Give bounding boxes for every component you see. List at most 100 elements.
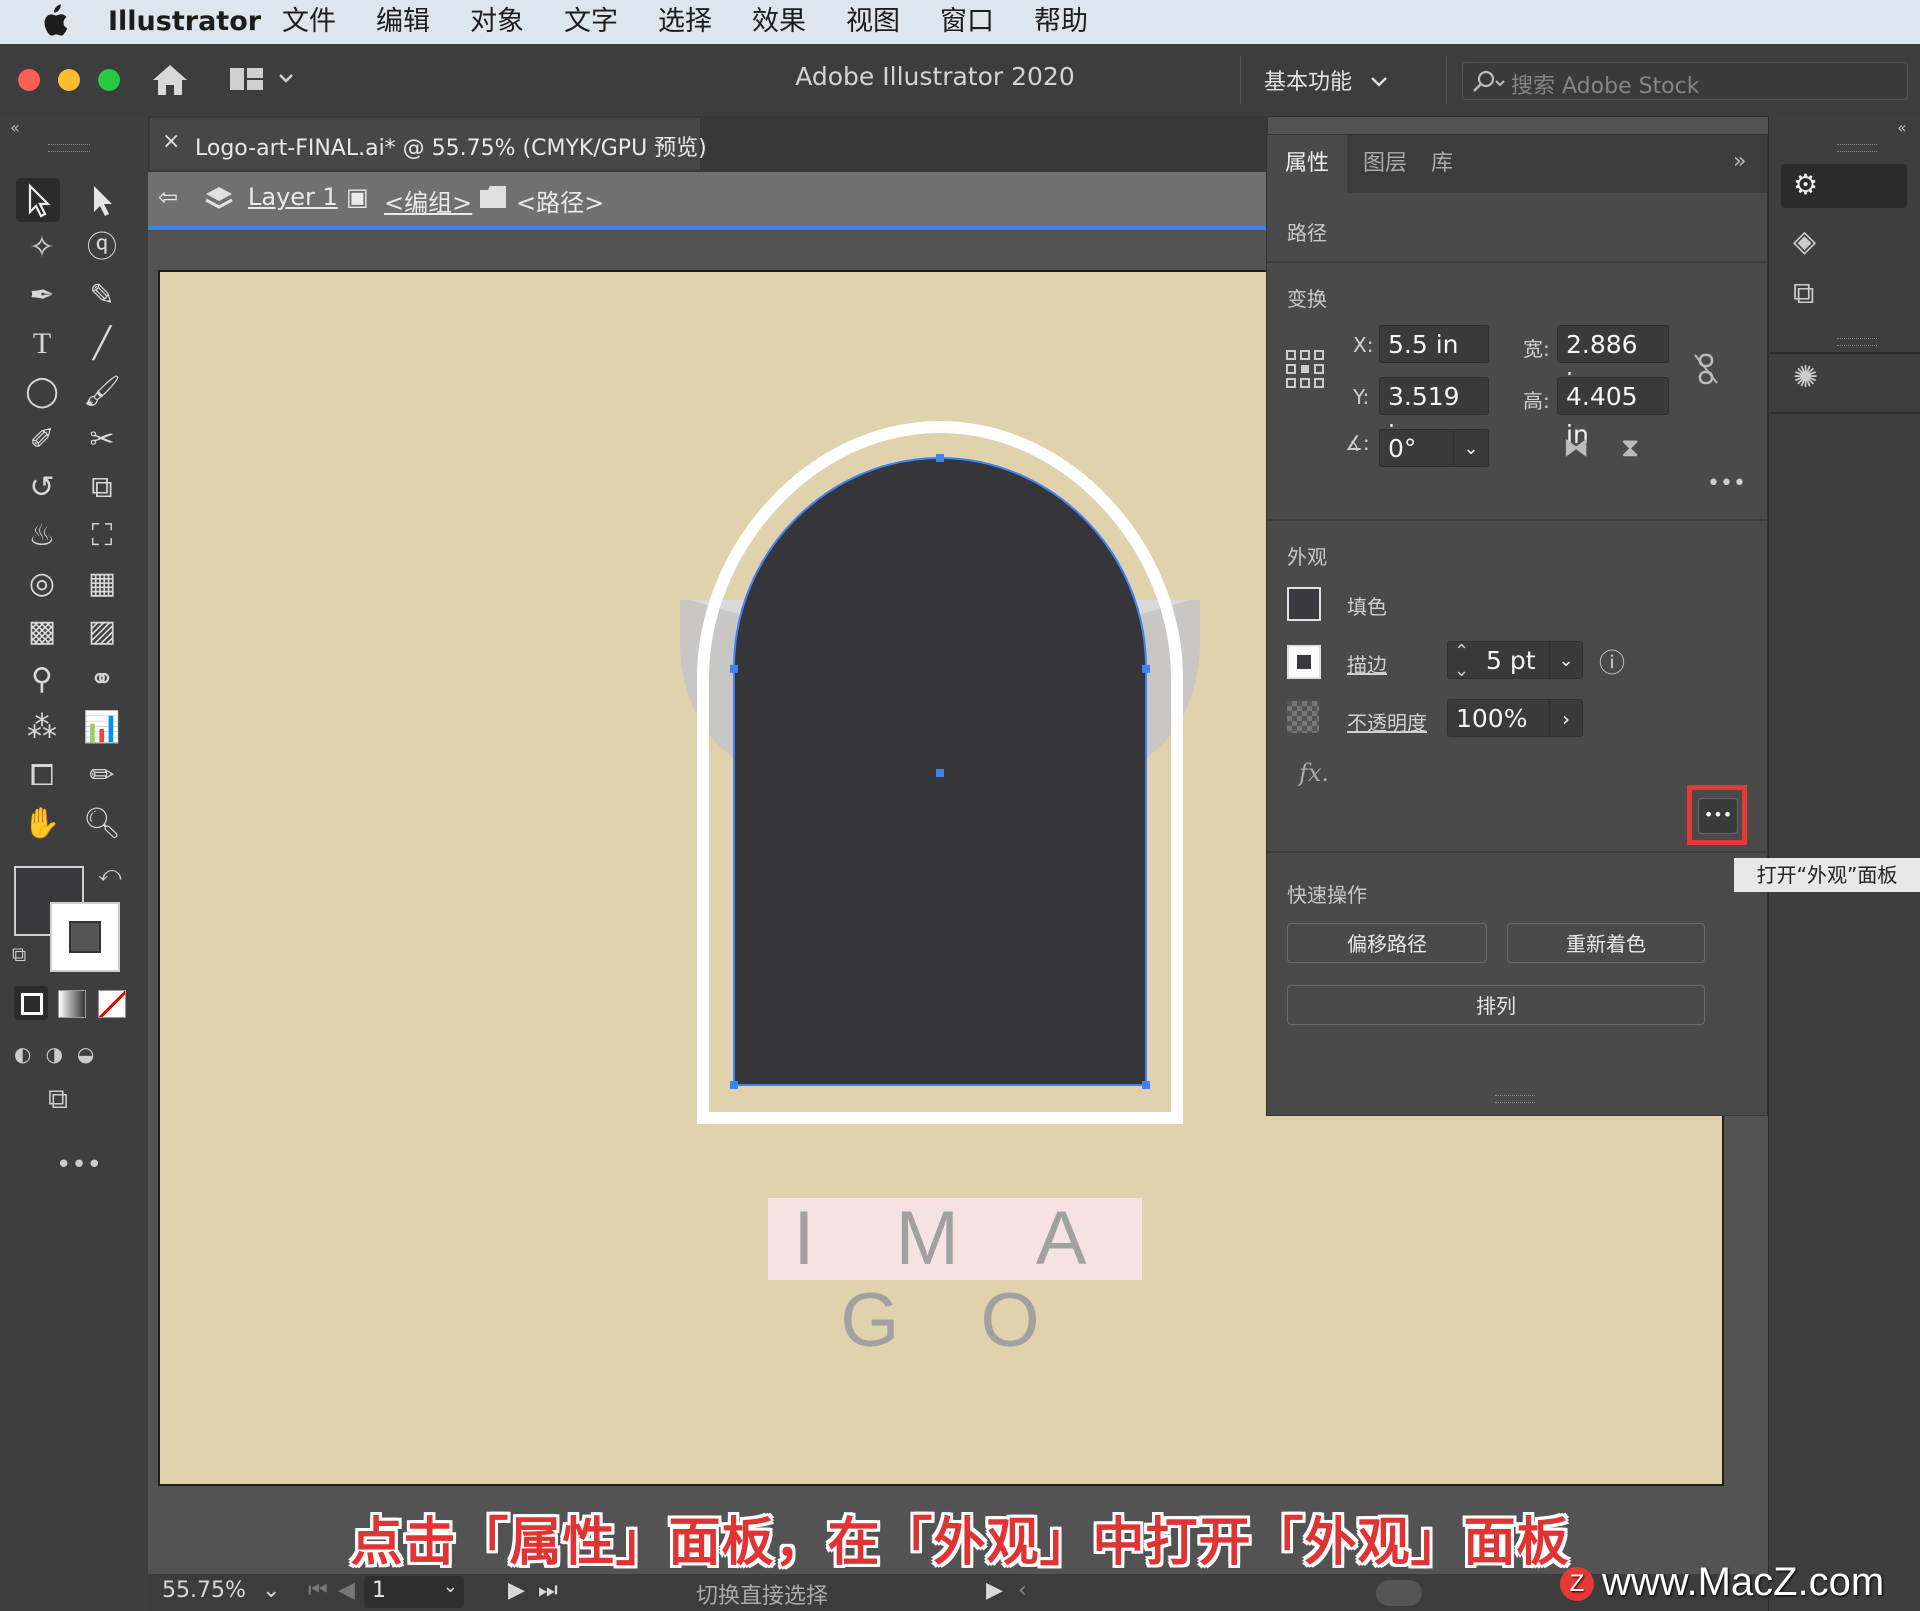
free-transform-tool-icon[interactable]: ⛶ [80, 514, 124, 558]
appearance-dock-icon[interactable]: ✺ [1793, 360, 1818, 395]
warp-tool-icon[interactable]: ♨ [20, 514, 64, 558]
artboard-tool-icon[interactable]: ⧠ [20, 754, 64, 798]
tab-libraries[interactable]: 库 [1413, 135, 1471, 193]
scroll-left-icon[interactable]: ‹ [1018, 1578, 1027, 1603]
lasso-tool-icon[interactable]: ⓠ [80, 226, 124, 270]
shaper-tool-icon[interactable]: ✐ [20, 418, 64, 462]
default-fill-stroke-icon[interactable]: ⧉ [12, 942, 26, 966]
properties-dock-button[interactable]: ⚙ [1781, 164, 1907, 208]
scale-tool-icon[interactable]: ⧉ [80, 466, 124, 510]
logo-wordmark[interactable]: I M A G O [768, 1198, 1142, 1362]
symbol-sprayer-tool-icon[interactable]: ⁂ [20, 706, 64, 750]
stroke-swatch[interactable] [50, 902, 120, 972]
gradient-tool-icon[interactable]: ▨ [80, 610, 124, 654]
drag-handle[interactable] [48, 144, 90, 152]
libraries-dock-icon[interactable]: ⧉ [1793, 276, 1814, 311]
info-icon[interactable]: ⓘ [1599, 643, 1625, 680]
pen-tool-icon[interactable]: ✒ [20, 274, 64, 318]
none-mode-button[interactable] [98, 990, 126, 1018]
line-tool-icon[interactable]: ╱ [80, 322, 124, 366]
menu-item-type[interactable]: 文字 [564, 4, 618, 40]
tab-properties[interactable]: 属性 [1267, 135, 1348, 193]
ellipse-tool-icon[interactable]: ◯ [20, 370, 64, 414]
status-menu-icon[interactable]: ▶ [986, 1578, 1003, 1603]
apple-icon[interactable] [40, 4, 68, 38]
blend-tool-icon[interactable]: ⚭ [80, 658, 124, 702]
breadcrumb-group[interactable]: <编组> [384, 183, 472, 218]
y-field[interactable]: 3.519 in [1379, 377, 1489, 449]
collapse-panel-icon[interactable]: « [10, 118, 20, 137]
swap-fill-stroke-icon[interactable]: ⤺ [98, 862, 122, 887]
stroke-weight-field[interactable]: ⌃ ⌄ 5 pt ⌄ [1447, 641, 1583, 680]
first-artboard-icon[interactable]: ⏮ [308, 1578, 328, 1603]
arrange-documents-icon[interactable] [228, 64, 298, 96]
more-transform-options-icon[interactable]: ••• [1707, 471, 1746, 496]
drag-handle[interactable] [1837, 144, 1877, 152]
arrange-button[interactable]: 排列 [1287, 985, 1705, 1025]
menu-item-file[interactable]: 文件 [282, 4, 336, 40]
paintbrush-tool-icon[interactable]: 🖌 [80, 370, 124, 414]
drag-handle[interactable] [1837, 338, 1877, 346]
direct-selection-tool-icon[interactable] [80, 178, 124, 222]
artboard-number-field[interactable]: 1 ⌄ [364, 1576, 464, 1608]
menu-app-name[interactable]: Illustrator [108, 4, 261, 40]
selection-tool-icon[interactable] [16, 178, 60, 222]
rotate-tool-icon[interactable]: ↺ [20, 466, 64, 510]
scissors-tool-icon[interactable]: ✂ [80, 418, 124, 462]
stroke-color-swatch[interactable] [1287, 645, 1321, 679]
anchor-point[interactable] [1142, 1081, 1150, 1089]
recolor-button[interactable]: 重新着色 [1507, 923, 1705, 963]
curvature-tool-icon[interactable]: ✎ [80, 274, 124, 318]
horizontal-scrollbar-thumb[interactable] [1376, 1580, 1422, 1606]
menu-item-object[interactable]: 对象 [470, 4, 524, 40]
chevron-down-icon[interactable]: ⌄ [1453, 430, 1488, 466]
shape-builder-tool-icon[interactable]: ◎ [20, 562, 64, 606]
close-window-button[interactable] [18, 69, 40, 91]
anchor-point[interactable] [936, 454, 944, 462]
next-artboard-icon[interactable]: ▶ [508, 1578, 525, 1603]
previous-artboard-icon[interactable]: ◀ [338, 1578, 355, 1603]
fill-color-swatch[interactable] [1287, 587, 1321, 621]
arch-artwork[interactable] [660, 410, 1220, 1130]
workspace-switcher[interactable]: 基本功能 [1264, 64, 1389, 96]
panel-collapse-icon[interactable]: » [1733, 149, 1746, 174]
opacity-field[interactable]: 100% › [1447, 699, 1583, 737]
gradient-mode-button[interactable] [58, 990, 86, 1018]
zoom-level[interactable]: 55.75% [162, 1578, 246, 1603]
last-artboard-icon[interactable]: ⏭ [538, 1578, 558, 1603]
more-tools-icon[interactable]: ••• [56, 1150, 102, 1180]
anchor-point[interactable] [730, 1081, 738, 1089]
menu-item-edit[interactable]: 编辑 [376, 4, 430, 40]
menu-item-window[interactable]: 窗口 [940, 4, 994, 40]
menu-item-help[interactable]: 帮助 [1034, 4, 1088, 40]
type-tool-icon[interactable]: T [20, 322, 64, 366]
menu-item-effect[interactable]: 效果 [752, 4, 806, 40]
mesh-tool-icon[interactable]: ▩ [20, 610, 64, 654]
zoom-tool-icon[interactable]: 🔍︎ [80, 802, 124, 846]
draw-mode-icons[interactable]: ◐◑◒ [14, 1036, 124, 1072]
layers-dock-icon[interactable]: ◈ [1793, 224, 1816, 259]
breadcrumb-layer[interactable]: Layer 1 [248, 183, 338, 211]
home-icon[interactable] [150, 62, 190, 98]
hand-tool-icon[interactable]: ✋ [20, 802, 64, 846]
column-graph-tool-icon[interactable]: 📊 [80, 706, 124, 750]
flip-horizontal-icon[interactable]: ⧓ [1563, 433, 1589, 463]
perspective-grid-tool-icon[interactable]: ▦ [80, 562, 124, 606]
screen-mode-icon[interactable]: ⧉ [48, 1082, 68, 1116]
chevron-down-icon[interactable]: ⌄ [262, 1578, 280, 1603]
chevron-right-icon[interactable]: › [1549, 700, 1582, 736]
reference-point-icon[interactable] [1285, 349, 1325, 389]
fx-button[interactable]: fx. [1299, 759, 1329, 787]
menu-item-view[interactable]: 视图 [846, 4, 900, 40]
magic-wand-tool-icon[interactable]: ✧ [20, 226, 64, 270]
minimize-window-button[interactable] [58, 69, 80, 91]
x-field[interactable]: 5.5 in [1379, 325, 1489, 363]
slice-tool-icon[interactable]: ✏ [80, 754, 124, 798]
stock-search-input[interactable]: 搜索 Adobe Stock [1462, 62, 1908, 100]
anchor-point[interactable] [730, 665, 738, 673]
flip-vertical-icon[interactable]: ⧗ [1621, 433, 1639, 464]
chevron-down-icon[interactable]: ⌄ [443, 1576, 458, 1597]
width-field[interactable]: 2.886 in [1557, 325, 1669, 397]
stroke-label[interactable]: 描边 [1347, 649, 1387, 678]
eyedropper-tool-icon[interactable]: ⚲ [20, 658, 64, 702]
